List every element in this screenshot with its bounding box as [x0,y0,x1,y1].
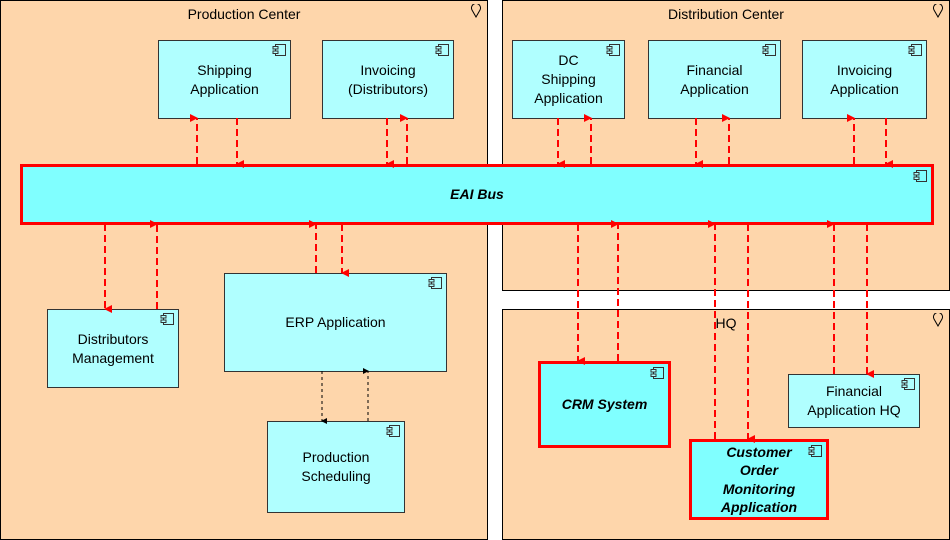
flow-relations [104,114,893,443]
